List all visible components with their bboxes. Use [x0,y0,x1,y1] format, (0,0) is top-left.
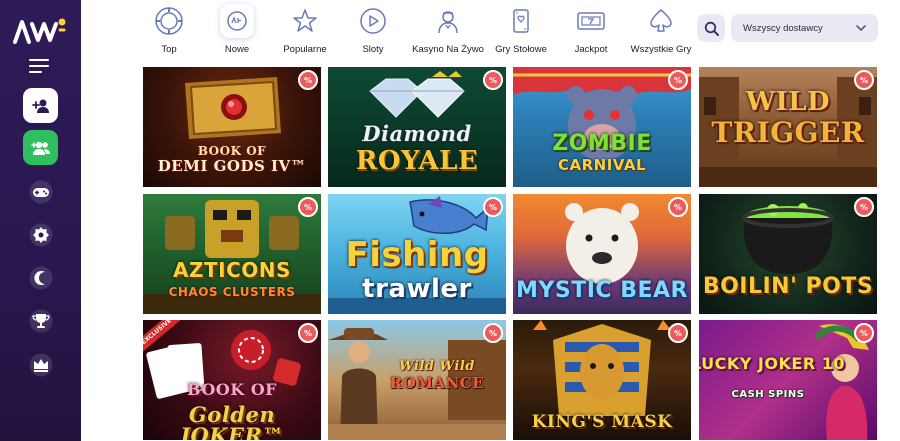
provider-select[interactable]: Wszyscy dostawcy [731,14,878,42]
search-button[interactable] [697,14,725,42]
cards-icon [504,4,538,38]
category-label: Sloty [362,44,384,55]
game-title-line2: ROYALE [355,146,479,176]
star-icon [288,4,322,38]
promo-badge[interactable]: % [298,197,318,217]
game-tile-lucky-joker-10-cash-spins[interactable]: LUCKY JOKER 10 CASH SPINS % [699,320,877,440]
game-title-line1: Diamond [362,121,472,146]
category-label: Jackpot [574,44,608,55]
game-title-line2: ROMANCE [389,374,485,392]
game-title-line2: CASH SPINS [731,389,805,400]
game-title-line2: TRIGGER [711,116,865,149]
category-label: Gry Stołowe [495,44,547,55]
game-tile-fishing-trawler[interactable]: Fishing trawler % [328,194,506,314]
game-tile-mystic-bear[interactable]: MYSTIC BEAR % [513,194,691,314]
game-title-line1: BOOK OF [197,144,267,158]
users-icon [30,141,50,155]
sidebar-item-players[interactable] [23,130,58,165]
game-title-line1: WILD [745,87,831,117]
new-icon [220,4,254,38]
chevron-down-icon [856,24,866,31]
dealer-icon [431,4,465,38]
promo-badge[interactable]: % [483,70,503,90]
crown-icon [29,353,52,376]
sidebar-item-games[interactable] [23,174,58,209]
sidebar-item-register[interactable] [23,88,58,123]
game-tile-wild-trigger[interactable]: WILD TRIGGER % [699,67,877,187]
menu-hamburger-button[interactable] [29,58,49,74]
joker-lady-artwork [814,324,869,440]
game-title-line1: BOILIN' POTS [702,274,874,299]
user-add-icon [31,99,49,113]
promo-badge[interactable]: % [854,323,874,343]
category-label: Popularne [283,44,327,55]
chip-icon [152,4,186,38]
brand-logo[interactable] [12,16,68,46]
promo-badge[interactable]: % [668,323,688,343]
category-live-casino[interactable]: Kasyno Na Żywo [406,0,490,60]
game-tile-kings-mask[interactable]: KING'S MASK % [513,320,691,440]
game-title-line1: LUCKY JOKER 10 [699,354,845,373]
category-label: Nowe [224,44,250,55]
badge-icon [29,223,52,246]
game-tile-azticons-chaos-clusters[interactable]: AZTICONS CHAOS CLUSTERS % [143,194,321,314]
category-label: Kasyno Na Żywo [412,44,484,55]
play-icon [356,4,390,38]
spade-icon [644,4,678,38]
search-icon [704,21,719,36]
sidebar-item-tournaments[interactable] [23,303,58,338]
promo-badge[interactable]: % [483,197,503,217]
game-tile-book-of-demi-gods-iv[interactable]: BOOK OF DEMI GODS IV™ % [143,67,321,187]
game-tile-diamond-royale[interactable]: Diamond ROYALE % [328,67,506,187]
promo-badge[interactable]: % [854,197,874,217]
game-title-line1: KING'S MASK [531,412,673,432]
promo-badge[interactable]: % [298,323,318,343]
golden-book-artwork [185,77,281,139]
promo-badge[interactable]: % [483,323,503,343]
diamonds-artwork [369,71,465,118]
game-title-line1: Wild Wild [399,359,475,374]
sidebar-item-promotions[interactable] [23,217,58,252]
game-title-line1: Fishing [345,235,489,275]
game-title-line1: MYSTIC BEAR [516,278,688,303]
promo-badge[interactable]: % [854,70,874,90]
game-tile-boilin-pots[interactable]: BOILIN' POTS % [699,194,877,314]
trophy-icon [29,309,52,332]
game-tile-zombie-carnival[interactable]: ZOMBIE CARNIVAL % [513,67,691,187]
game-tile-wild-wild-romance[interactable]: Wild Wild ROMANCE % [328,320,506,440]
category-slots[interactable]: Sloty [331,0,415,60]
promo-badge[interactable]: % [668,197,688,217]
game-title-line1: BOOK OF [187,380,277,399]
game-tile-book-of-golden-joker[interactable]: EXCLUSIVE BOOK OF Golden JOKER™ % [143,320,321,440]
game-title-line2: CARNIVAL [557,156,647,174]
category-label: Wszystkie Gry [630,44,692,55]
moon-icon [29,266,52,289]
sidebar-item-vip[interactable] [23,347,58,382]
gamepad-icon [29,180,52,203]
category-all-games[interactable]: Wszystkie Gry [619,0,703,60]
slot-machine-icon [574,4,608,38]
promo-badge[interactable]: % [668,70,688,90]
game-title-line1: ZOMBIE [552,131,652,156]
sidebar [0,0,81,441]
game-title-line2: trawler [362,274,472,304]
provider-select-value: Wszyscy dostawcy [743,22,823,34]
game-title-line2: CHAOS CLUSTERS [168,285,296,299]
category-label: Top [161,44,177,55]
game-title-line2: Golden JOKER™ [180,402,284,440]
game-title-line2: DEMI GODS IV™ [157,157,307,175]
game-title-line1: AZTICONS [173,258,291,282]
sidebar-item-live[interactable] [23,260,58,295]
promo-badge[interactable]: % [298,70,318,90]
